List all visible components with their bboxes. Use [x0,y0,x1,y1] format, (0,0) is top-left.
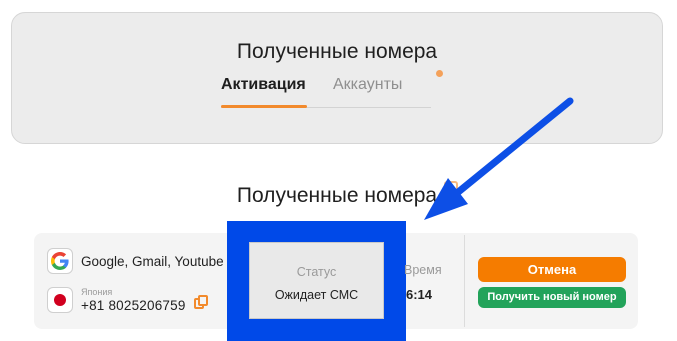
time-label: Время [404,263,442,277]
tab-activation[interactable]: Активация [221,76,306,94]
active-tab-indicator [221,105,307,108]
phone-code: +81 [81,298,105,313]
section-title: Полученные номера [236,184,438,207]
status-value: Ожидает СМС [274,288,359,302]
country-name: Япония [81,287,113,297]
page-title: Полученные номера [236,40,438,63]
copy-icon [444,181,458,195]
status-label: Статус [296,265,337,279]
phone-digits: 8025206759 [108,298,186,313]
get-new-number-button[interactable]: Получить новый номер [478,287,626,308]
notification-dot [436,70,443,77]
tabs-bar: Активация Аккаунты [221,72,431,108]
status-cell: Статус Ожидает СМС [249,242,384,319]
google-icon [47,248,73,274]
tab-accounts[interactable]: Аккаунты [333,76,402,94]
time-value: 6:14 [406,287,433,302]
copy-number-icon[interactable] [194,295,208,309]
service-name: Google, Gmail, Youtube [81,254,224,269]
japan-flag-icon [47,287,73,313]
row-divider [464,235,465,327]
cancel-button[interactable]: Отмена [478,257,626,282]
phone-number: +81 8025206759 [81,298,186,313]
